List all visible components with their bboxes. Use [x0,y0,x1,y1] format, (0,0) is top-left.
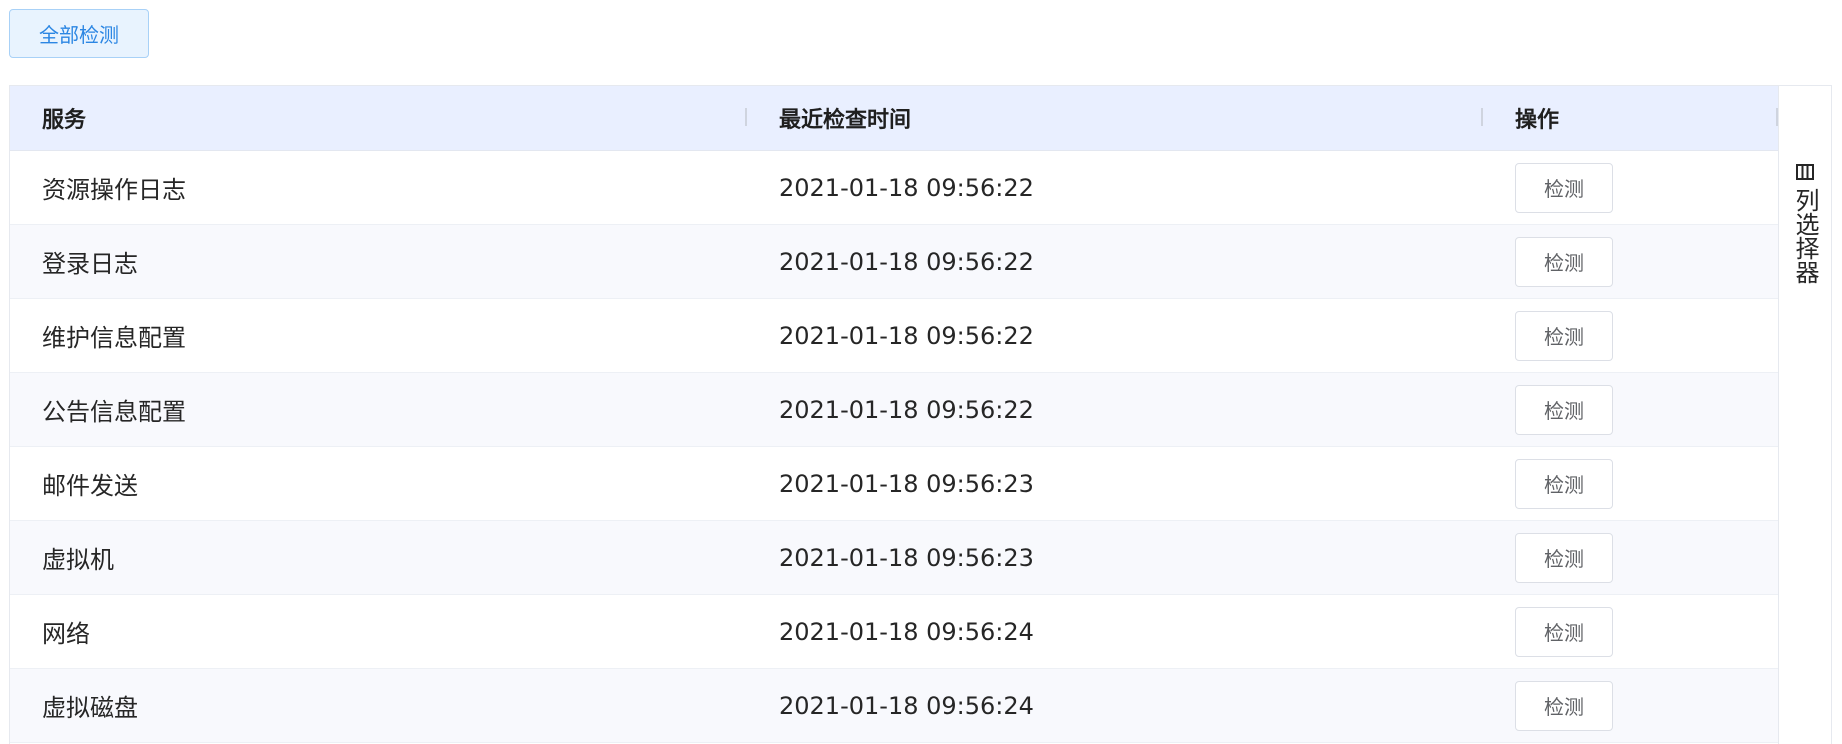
action-cell: 检测 [1483,299,1778,372]
service-table: 服务 最近检查时间 操作 资源操作日志 2021-01-18 09:56:22 … [9,85,1832,744]
table-row: 虚拟机 2021-01-18 09:56:23 检测 [10,521,1778,595]
last-check-time-cell: 2021-01-18 09:56:23 [779,469,1034,498]
check-button[interactable]: 检测 [1515,606,1613,657]
column-header-action[interactable]: 操作 [1483,86,1778,150]
table-row: 维护信息配置 2021-01-18 09:56:22 检测 [10,299,1778,373]
service-name-cell: 登录日志 [42,250,138,278]
check-button[interactable]: 检测 [1515,236,1613,287]
column-header-service[interactable]: 服务 [10,86,747,150]
last-check-time-cell: 2021-01-18 09:56:24 [779,617,1034,646]
action-cell: 检测 [1483,595,1778,668]
check-button[interactable]: 检测 [1515,162,1613,213]
service-name-cell: 虚拟磁盘 [42,694,138,722]
table-header: 服务 最近检查时间 操作 [10,86,1778,151]
check-all-button[interactable]: 全部检测 [9,9,149,58]
service-name-cell: 网络 [42,620,90,648]
action-cell: 检测 [1483,373,1778,446]
service-name-cell: 维护信息配置 [42,324,186,352]
service-name-cell: 公告信息配置 [42,398,186,426]
action-cell: 检测 [1483,225,1778,298]
check-button[interactable]: 检测 [1515,310,1613,361]
check-button[interactable]: 检测 [1515,532,1613,583]
column-header-last-check-time[interactable]: 最近检查时间 [747,86,1483,150]
column-header-label: 操作 [1515,108,1560,133]
column-selector-label: 列选择器 [1791,188,1819,284]
table-row: 虚拟磁盘 2021-01-18 09:56:24 检测 [10,669,1778,743]
service-name-cell: 虚拟机 [42,546,114,574]
check-button[interactable]: 检测 [1515,458,1613,509]
table-row: 网络 2021-01-18 09:56:24 检测 [10,595,1778,669]
action-cell: 检测 [1483,447,1778,520]
last-check-time-cell: 2021-01-18 09:56:22 [779,321,1034,350]
table-row: 邮件发送 2021-01-18 09:56:23 检测 [10,447,1778,521]
last-check-time-cell: 2021-01-18 09:56:24 [779,691,1034,720]
action-cell: 检测 [1483,669,1778,742]
last-check-time-cell: 2021-01-18 09:56:22 [779,173,1034,202]
action-cell: 检测 [1483,151,1778,224]
service-name-cell: 资源操作日志 [42,176,186,204]
column-header-label: 最近检查时间 [779,108,912,133]
last-check-time-cell: 2021-01-18 09:56:22 [779,247,1034,276]
column-header-label: 服务 [42,108,87,133]
action-cell: 检测 [1483,521,1778,594]
check-button[interactable]: 检测 [1515,680,1613,731]
last-check-time-cell: 2021-01-18 09:56:23 [779,543,1034,572]
table-row: 公告信息配置 2021-01-18 09:56:22 检测 [10,373,1778,447]
table-row: 登录日志 2021-01-18 09:56:22 检测 [10,225,1778,299]
table-row: 资源操作日志 2021-01-18 09:56:22 检测 [10,151,1778,225]
table-body: 服务 最近检查时间 操作 资源操作日志 2021-01-18 09:56:22 … [10,86,1778,743]
last-check-time-cell: 2021-01-18 09:56:22 [779,395,1034,424]
column-selector-toggle[interactable]: 列选择器 [1778,86,1831,744]
check-button[interactable]: 检测 [1515,384,1613,435]
columns-icon [1796,164,1814,180]
service-name-cell: 邮件发送 [42,472,138,500]
